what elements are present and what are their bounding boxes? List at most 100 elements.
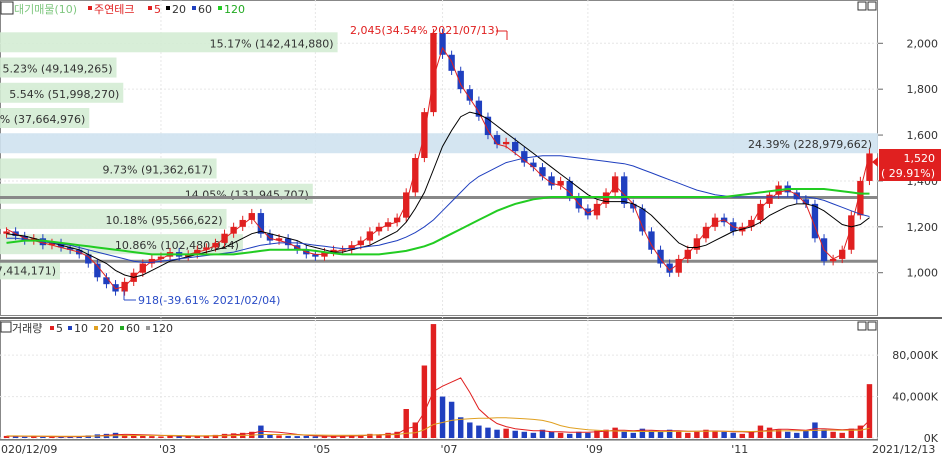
- volume-bar: [721, 431, 727, 438]
- price-minimize-button[interactable]: [857, 1, 867, 11]
- candle-body: [621, 176, 628, 204]
- volume-bar: [476, 425, 482, 438]
- current-change-text: ( 29.91%): [881, 167, 935, 180]
- candle-body: [502, 141, 510, 145]
- volume-bar: [149, 436, 155, 438]
- legend-marker: [94, 326, 98, 330]
- volume-bar: [285, 435, 291, 438]
- legend-marker: [166, 6, 170, 10]
- volume-profile-label: 4.01% (37,664,976): [0, 113, 85, 126]
- volume-minimize-button[interactable]: [857, 321, 867, 331]
- legend-label: 20: [172, 3, 186, 16]
- volume-y-ticks: 80,000K40,000K0K: [892, 349, 938, 445]
- volume-bar: [739, 433, 746, 438]
- volume-bar: [512, 430, 518, 438]
- current-price-badge: 1,520 ( 29.91%): [872, 149, 941, 181]
- volume-bar: [530, 432, 537, 438]
- volume-bar: [367, 433, 373, 438]
- legend-marker: [120, 326, 124, 330]
- price-tick-label: 1,600: [907, 129, 939, 142]
- volume-bar: [548, 431, 555, 438]
- volume-bar: [312, 436, 319, 438]
- volume-bar: [821, 429, 827, 438]
- volume-bar: [303, 435, 310, 438]
- candle-body: [611, 176, 619, 193]
- legend-marker: [192, 6, 196, 10]
- price-tick-label: 2,000: [907, 37, 939, 50]
- volume-bar: [457, 417, 464, 438]
- legend-marker: [68, 326, 72, 330]
- volume-bar: [294, 436, 300, 438]
- volume-bar: [694, 431, 700, 438]
- legend-label: 20: [100, 322, 114, 335]
- volume-bar: [566, 433, 573, 438]
- candle-body: [866, 153, 873, 181]
- price-tick-label: 1,800: [907, 83, 939, 96]
- x-tick-label: 2021/12/13: [872, 443, 935, 455]
- volume-bar: [657, 431, 664, 438]
- volume-panel-frame: [0, 320, 878, 440]
- volume-bar: [140, 435, 146, 438]
- legend-label: 60: [126, 322, 140, 335]
- legend-label: 5: [56, 322, 63, 335]
- volume-bar: [176, 436, 182, 438]
- volume-profile-label: 24.39% (228,979,662): [748, 138, 872, 151]
- price-tick-label: 1,200: [907, 221, 939, 234]
- volume-bar: [412, 422, 419, 438]
- volume-bar: [40, 436, 46, 438]
- volume-tick-label: 80,000K: [892, 349, 938, 362]
- x-tick-label: '05: [313, 443, 330, 455]
- volume-profile-label: 10.18% (95,566,622): [106, 214, 223, 227]
- volume-bar: [830, 431, 836, 438]
- volume-bar: [866, 384, 873, 438]
- legend-label: 120: [224, 3, 245, 16]
- x-tick-label: '11: [731, 443, 748, 455]
- high-annotation-text: 2,045(34.54% 2021/07/13): [350, 24, 499, 37]
- candle-body: [257, 213, 265, 234]
- x-tick-label: '03: [159, 443, 176, 455]
- volume-bar: [467, 422, 473, 438]
- x-tick-label: '07: [441, 443, 458, 455]
- candle-body: [512, 141, 519, 152]
- legend-label: 5: [154, 3, 161, 16]
- volume-bar: [421, 365, 428, 438]
- candle-body: [539, 167, 546, 177]
- legend-marker: [218, 6, 222, 10]
- volume-bar: [784, 431, 791, 438]
- low-annotation-text: 918(-39.61% 2021/02/04): [138, 294, 280, 307]
- volume-bar: [276, 435, 282, 438]
- volume-bar: [21, 436, 28, 438]
- price-tick-label: 1,000: [907, 267, 939, 280]
- volume-maximize-button[interactable]: [867, 321, 877, 331]
- volume-bar: [585, 432, 591, 438]
- volume-bar: [158, 436, 164, 438]
- volume-bar: [839, 432, 845, 438]
- volume-profile-label: 5.54% (51,998,270): [9, 88, 119, 101]
- volume-bar: [685, 432, 691, 438]
- price-maximize-button[interactable]: [867, 1, 877, 11]
- x-tick-label: 2020/12/09: [0, 443, 57, 455]
- volume-bar: [557, 432, 564, 438]
- stock-name-marker: [88, 6, 92, 10]
- legend-marker: [50, 326, 54, 330]
- volume-profile-label: 15.17% (142,414,880): [210, 37, 334, 50]
- legend-label: 10: [74, 322, 88, 335]
- current-price-text: 1,520: [904, 152, 936, 165]
- volume-title: 거래량: [12, 322, 42, 335]
- volume-bar: [766, 427, 773, 438]
- volume-bar: [494, 429, 500, 438]
- volume-bar: [385, 432, 391, 438]
- candle-body: [412, 158, 419, 193]
- candle-body: [3, 231, 10, 234]
- volume-profile-bar: [0, 133, 878, 154]
- candle-body: [430, 32, 437, 113]
- profile-label: 대기매물(10): [14, 3, 77, 16]
- legend-marker: [146, 326, 150, 330]
- volume-bar: [485, 427, 491, 438]
- price-legend: 대기매물(10) 주연테크 5 20 60 120: [0, 1, 245, 16]
- volume-bar: [794, 432, 800, 438]
- volume-bar: [267, 434, 273, 438]
- x-ticks: 2020/12/09 '03 '05 '07 '09 '11 2021/12/13: [0, 443, 935, 455]
- volume-profile-label: 85% (17,414,171): [0, 264, 56, 277]
- legend-label: 60: [198, 3, 212, 16]
